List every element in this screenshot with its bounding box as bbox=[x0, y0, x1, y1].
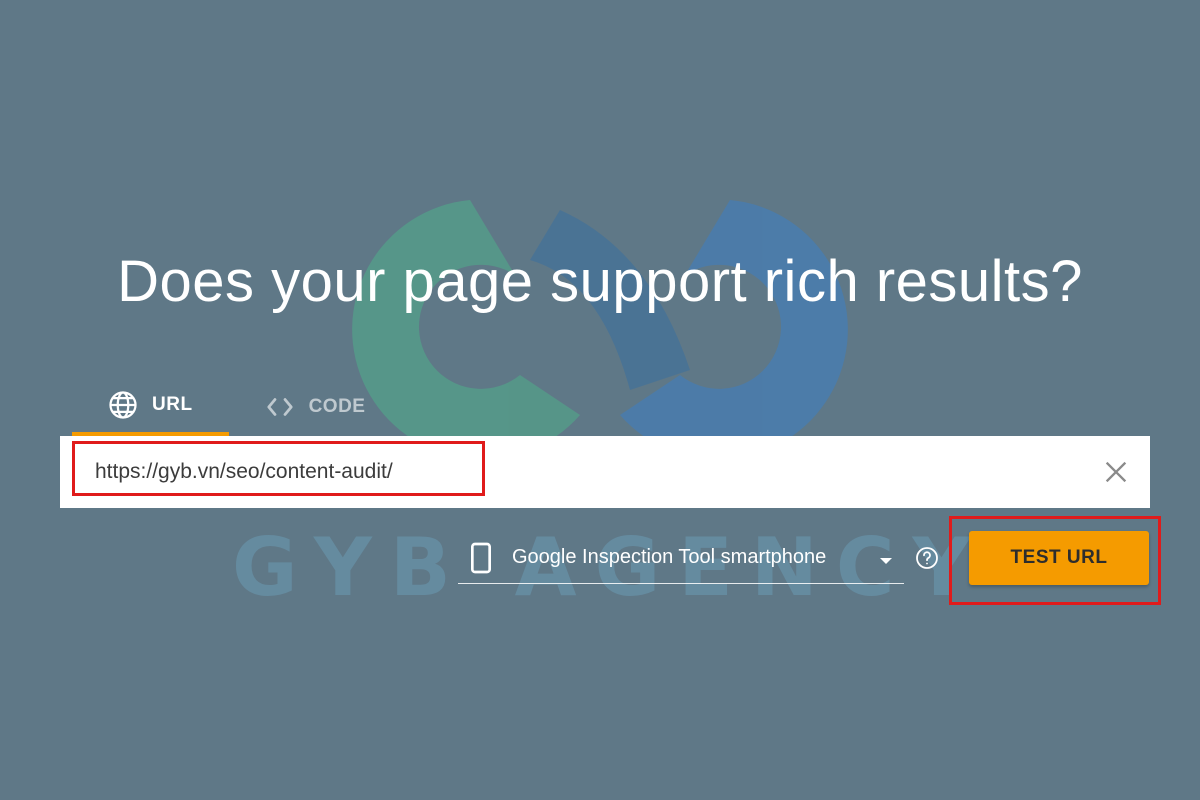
watermark-logo bbox=[352, 200, 848, 460]
tab-code-label: CODE bbox=[308, 396, 366, 417]
close-icon[interactable] bbox=[1102, 458, 1130, 486]
test-url-button[interactable]: TEST URL bbox=[969, 531, 1149, 585]
device-select[interactable]: Google Inspection Tool smartphone bbox=[458, 532, 904, 584]
smartphone-icon bbox=[470, 542, 492, 574]
tab-url-label: URL bbox=[152, 394, 193, 415]
tab-code[interactable]: CODE bbox=[229, 378, 402, 436]
chevron-down-icon bbox=[880, 558, 892, 564]
url-input[interactable] bbox=[95, 452, 1055, 492]
globe-icon bbox=[108, 390, 138, 420]
device-select-label: Google Inspection Tool smartphone bbox=[512, 546, 827, 568]
input-mode-tabs: URL CODE bbox=[72, 378, 401, 436]
page-title: Does your page support rich results? bbox=[117, 249, 1083, 314]
tab-url[interactable]: URL bbox=[72, 378, 229, 436]
url-field-container bbox=[60, 436, 1150, 508]
code-brackets-icon bbox=[265, 392, 295, 422]
help-icon[interactable] bbox=[915, 546, 939, 570]
